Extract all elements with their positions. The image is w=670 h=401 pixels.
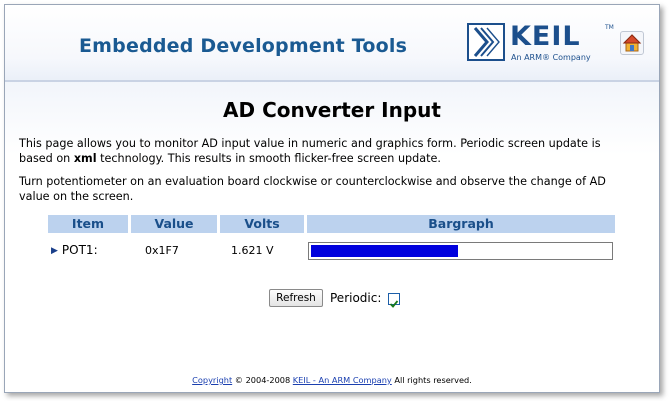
checkmark-icon [389,300,399,308]
page-frame: Embedded Development Tools KEIL TM An AR… [4,4,660,393]
home-icon [622,34,642,52]
periodic-label: Periodic: [330,291,382,305]
column-header-bargraph: Bargraph [307,215,615,233]
home-button[interactable] [620,31,644,55]
copyright-link[interactable]: Copyright [192,375,232,385]
keil-chevron-icon [473,27,500,57]
logo-trademark: TM [605,24,614,31]
column-header-item: Item [48,215,128,233]
company-link[interactable]: KEIL - An ARM Company [293,375,392,385]
periodic-checkbox[interactable] [388,293,400,308]
table-row-pot1-item: ▶ POT1: [51,243,98,257]
page-title: AD Converter Input [223,98,441,122]
pot1-label: POT1: [61,243,98,257]
rights-text: All rights reserved. [391,375,472,385]
instructions-paragraph: Turn potentiometer on an evaluation boar… [19,175,606,203]
header-divider [5,80,659,82]
column-header-volts: Volts [220,215,304,233]
keil-logo-mark [467,23,505,61]
footer: Copyright © 2004-2008 KEIL - An ARM Comp… [5,375,659,385]
pot1-bargraph-fill [311,245,458,257]
column-header-value: Value [131,215,217,233]
copyright-text: © 2004-2008 [232,375,293,385]
pot1-volts: 1.621 V [231,244,274,257]
site-title: Embedded Development Tools [79,35,408,57]
logo-subtitle: An ARM® Company [511,53,591,62]
pot1-bargraph [308,242,613,260]
keil-logo[interactable]: KEIL TM An ARM® Company [467,21,617,67]
intro-xml-term: xml [73,151,97,165]
logo-wordmark: KEIL [510,21,581,52]
refresh-button[interactable]: Refresh [269,289,323,307]
intro-paragraph: This page allows you to monitor AD input… [19,137,609,166]
intro-text-end: technology. This results in smooth flick… [96,151,441,165]
pot1-value: 0x1F7 [145,244,179,257]
bullet-arrow-icon: ▶ [51,246,58,256]
site-header: Embedded Development Tools KEIL TM An AR… [5,5,659,81]
